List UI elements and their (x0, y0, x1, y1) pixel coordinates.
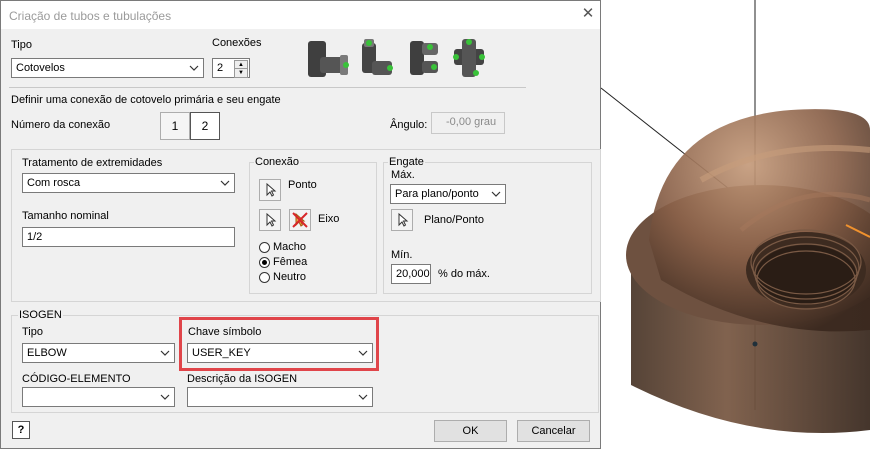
max-value: Para plano/ponto (395, 188, 479, 200)
isogen-tipo-select[interactable]: ELBOW (22, 343, 175, 363)
tipo-value: Cotovelos (16, 62, 65, 74)
max-select[interactable]: Para plano/ponto (390, 184, 506, 204)
min-field[interactable]: 20,000 (391, 264, 431, 284)
isogen-tipo-value: ELBOW (27, 347, 67, 359)
codigo-select[interactable] (22, 387, 175, 407)
chevron-down-icon (491, 191, 501, 197)
chave-select[interactable]: USER_KEY (187, 343, 373, 363)
help-icon[interactable]: ? (12, 421, 30, 439)
conexao-2-button[interactable]: 2 (190, 112, 220, 140)
pipe-creation-dialog: Criação de tubos e tubulações ✕ Tipo Cot… (0, 0, 601, 449)
cross-fitting-icon[interactable] (453, 39, 485, 77)
conexao-2-label: 2 (201, 119, 209, 133)
plano-ponto-select-button[interactable] (391, 209, 413, 231)
cancel-label: Cancelar (531, 425, 576, 437)
origin-point (752, 341, 758, 347)
fitting-previews (308, 39, 485, 77)
isogen-label: ISOGEN (18, 309, 63, 321)
min-value: 20,000 (396, 268, 430, 280)
numero-label: Número da conexão (11, 119, 111, 131)
cancel-button[interactable]: Cancelar (517, 420, 590, 442)
plano-ponto-label: Plano/Ponto (424, 214, 484, 226)
tratamento-value: Com rosca (27, 177, 81, 189)
elbow-fitting-2-icon[interactable] (362, 39, 393, 75)
ponto-select-button[interactable] (259, 179, 281, 201)
max-label: Máx. (391, 169, 415, 181)
cancel-selection-icon (292, 212, 308, 228)
eixo-label: Eixo (318, 213, 340, 225)
chevron-down-icon (160, 350, 170, 356)
angulo-value: -0,00 grau (446, 116, 497, 128)
chave-value: USER_KEY (192, 347, 251, 359)
conexao-group-label: Conexão (254, 156, 301, 168)
angulo-label: Ângulo: (390, 119, 428, 131)
radio-femea-label: Fêmea (273, 256, 308, 268)
tratamento-label: Tratamento de extremidades (22, 157, 163, 169)
tamanho-label: Tamanho nominal (22, 210, 109, 222)
conexoes-label: Conexões (212, 37, 262, 49)
separator (9, 87, 526, 88)
spin-down-icon[interactable]: ▼ (234, 68, 248, 78)
min-label: Mín. (391, 249, 413, 261)
radio-neutro[interactable] (259, 272, 270, 283)
chevron-down-icon (220, 180, 230, 186)
chave-label: Chave símbolo (188, 326, 262, 338)
chevron-down-icon (160, 394, 170, 400)
tratamento-select[interactable]: Com rosca (22, 173, 235, 193)
cursor-icon (398, 212, 409, 227)
close-icon[interactable]: ✕ (579, 5, 597, 23)
descricao-select[interactable] (187, 387, 373, 407)
codigo-label: CÓDIGO-ELEMENTO (22, 373, 131, 385)
chevron-down-icon (358, 394, 368, 400)
min-unit: % do máx. (438, 268, 490, 280)
angulo-field[interactable]: -0,00 grau (431, 112, 505, 134)
chevron-down-icon (358, 350, 368, 356)
ok-label: OK (462, 425, 479, 437)
ok-button[interactable]: OK (434, 420, 507, 442)
eixo-cancel-button[interactable] (289, 209, 311, 231)
conexoes-value: 2 (217, 62, 224, 74)
ponto-label: Ponto (288, 179, 317, 191)
descricao-label: Descrição da ISOGEN (187, 373, 298, 385)
tee-fitting-icon[interactable] (410, 41, 438, 75)
eixo-select-button[interactable] (259, 209, 281, 231)
dialog-title: Criação de tubos e tubulações (9, 9, 172, 23)
tamanho-value: 1/2 (27, 231, 43, 243)
tipo-label: Tipo (11, 39, 32, 51)
tipo-select[interactable]: Cotovelos (11, 58, 204, 78)
section-heading: Definir uma conexão de cotovelo primária… (11, 94, 281, 106)
cursor-icon (266, 212, 277, 227)
title-bar: Criação de tubos e tubulações ✕ (1, 1, 600, 29)
radio-macho-label: Macho (273, 241, 307, 253)
engate-group-label: Engate (388, 156, 425, 168)
isogen-tipo-label: Tipo (22, 326, 43, 338)
model-viewport[interactable] (601, 0, 870, 451)
elbow-fitting-1-icon[interactable] (308, 41, 349, 77)
cursor-icon (266, 182, 277, 197)
tamanho-field[interactable]: 1/2 (22, 227, 235, 247)
radio-femea[interactable] (259, 257, 270, 268)
conexao-1-label: 1 (171, 119, 179, 133)
conexoes-stepper[interactable]: 2 ▲ ▼ (212, 58, 250, 78)
conexao-1-button[interactable]: 1 (160, 112, 190, 140)
radio-neutro-label: Neutro (273, 271, 307, 283)
chevron-down-icon (189, 65, 199, 71)
radio-macho[interactable] (259, 242, 270, 253)
